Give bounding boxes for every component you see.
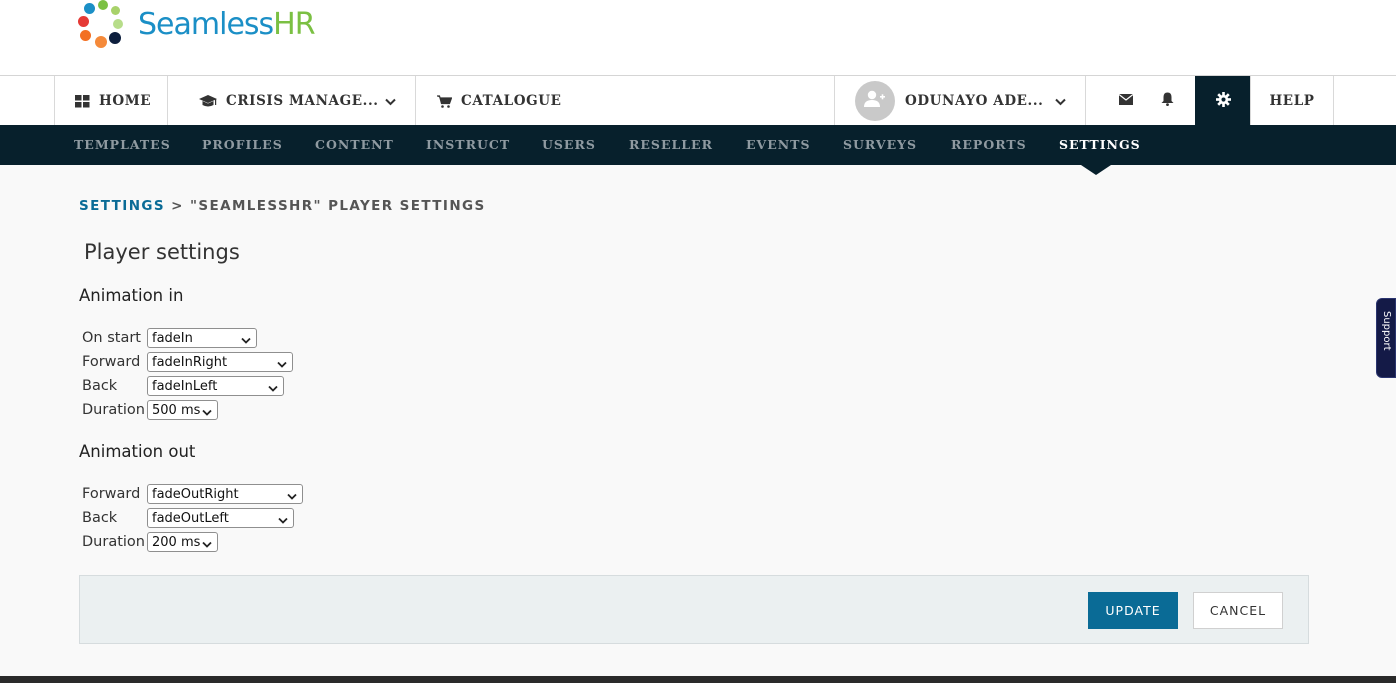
out-back-value: fadeOutLeft [152,510,229,526]
avatar [855,81,895,121]
user-plus-icon [864,90,886,112]
out-duration-select[interactable]: 200 ms [147,532,218,552]
brand-logo[interactable]: SeamlessHR [78,0,316,52]
out-back-label: Back [82,510,118,526]
chevron-down-icon [202,406,212,421]
nav-user-menu[interactable]: ODUNAYO ADE... [834,76,1086,126]
in-duration-label: Duration [82,402,145,418]
subnav-item-users[interactable]: USERS [542,125,596,165]
in-forward-value: fadeInRight [152,354,228,370]
bell-icon [1161,92,1174,110]
on-start-label: On start [82,330,141,346]
chevron-down-icon [385,94,396,110]
logo-text-seamless: Seamless [138,6,274,42]
out-forward-row: Forward fadeOutRight [82,484,303,504]
nav-home[interactable]: HOME [54,76,168,126]
page-title: Player settings [84,240,240,264]
in-back-value: fadeInLeft [152,378,218,394]
nav-home-label: HOME [99,93,152,109]
subnav-item-surveys[interactable]: SURVEYS [843,125,917,165]
in-duration-select[interactable]: 500 ms [147,400,218,420]
logo-mark-icon [78,0,130,52]
out-forward-select[interactable]: fadeOutRight [147,484,303,504]
in-forward-row: Forward fadeInRight [82,352,293,372]
chevron-down-icon [202,538,212,553]
on-start-value: fadeIn [152,330,193,346]
envelope-icon [1118,93,1133,109]
cart-icon [437,94,452,108]
chevron-down-icon [277,358,287,373]
out-forward-value: fadeOutRight [152,486,239,502]
nav-catalogue-label: CATALOGUE [461,93,562,109]
out-duration-value: 200 ms [152,534,201,550]
subnav-item-instruct[interactable]: INSTRUCT [426,125,510,165]
subnav-item-templates[interactable]: TEMPLATES [74,125,171,165]
chevron-down-icon [1055,94,1066,110]
nav-user-label: ODUNAYO ADE... [905,93,1044,109]
active-tab-indicator [1081,165,1111,175]
in-back-row: Back fadeInLeft [82,376,284,396]
out-back-row: Back fadeOutLeft [82,508,294,528]
breadcrumb-separator: > [171,198,184,214]
on-start-row: On start fadeIn [82,328,257,348]
in-duration-value: 500 ms [152,402,201,418]
sub-navigation: TEMPLATES PROFILES CONTENT INSTRUCT USER… [0,125,1396,165]
chevron-down-icon [268,382,278,397]
in-forward-select[interactable]: fadeInRight [147,352,293,372]
in-back-label: Back [82,378,118,394]
nav-crisis-management[interactable]: CRISIS MANAGE... [167,76,416,126]
out-forward-label: Forward [82,486,141,502]
in-duration-row: Duration 500 ms [82,400,218,420]
cancel-button[interactable]: CANCEL [1193,592,1283,629]
nav-settings[interactable] [1195,76,1251,126]
chevron-down-icon [287,490,297,505]
subnav-item-reseller[interactable]: RESELLER [629,125,713,165]
out-back-select[interactable]: fadeOutLeft [147,508,294,528]
nav-notifications[interactable] [1140,76,1195,126]
nav-crisis-label: CRISIS MANAGE... [226,93,379,109]
subnav-item-settings[interactable]: SETTINGS [1059,125,1141,165]
gear-icon [1215,91,1231,111]
in-back-select[interactable]: fadeInLeft [147,376,284,396]
chevron-down-icon [241,334,251,349]
support-tab[interactable]: Support [1376,298,1396,378]
animation-out-heading: Animation out [79,442,196,461]
nav-help[interactable]: HELP [1250,76,1334,126]
breadcrumb-settings-link[interactable]: SETTINGS [79,198,165,214]
chevron-down-icon [278,514,288,529]
nav-help-label: HELP [1269,93,1315,109]
support-label: Support [1381,311,1392,351]
out-duration-label: Duration [82,534,145,550]
update-button[interactable]: UPDATE [1088,592,1178,629]
logo-wordmark: SeamlessHR [138,6,316,42]
out-duration-row: Duration 200 ms [82,532,218,552]
grid-icon [75,94,90,108]
in-forward-label: Forward [82,354,141,370]
breadcrumb-current: "SEAMLESSHR" PLAYER SETTINGS [189,198,486,214]
graduation-cap-icon [199,94,217,108]
bottom-edge [0,676,1396,683]
form-actions-bar: UPDATE CANCEL [79,575,1309,644]
subnav-item-content[interactable]: CONTENT [315,125,394,165]
subnav-item-profiles[interactable]: PROFILES [202,125,283,165]
nav-catalogue[interactable]: CATALOGUE [415,76,835,126]
subnav-item-events[interactable]: EVENTS [746,125,811,165]
logo-text-hr: HR [273,6,315,42]
on-start-select[interactable]: fadeIn [147,328,257,348]
breadcrumb: SETTINGS > "SEAMLESSHR" PLAYER SETTINGS [79,198,486,214]
animation-in-heading: Animation in [79,286,184,305]
subnav-item-reports[interactable]: REPORTS [951,125,1027,165]
top-navigation: HOME CRISIS MANAGE... CATALOGUE ODUNAYO … [0,75,1396,126]
